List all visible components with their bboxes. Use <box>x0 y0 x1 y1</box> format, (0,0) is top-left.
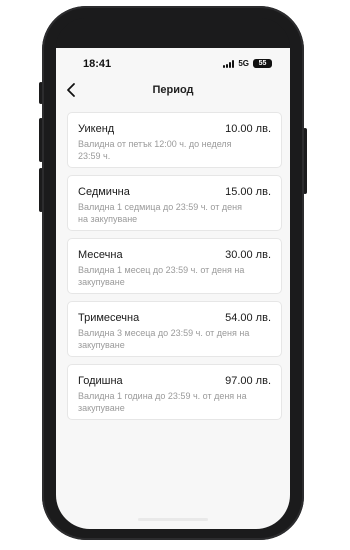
plan-option-quarterly[interactable]: Тримесечна 54.00 лв. Валидна 3 месеца до… <box>67 301 282 357</box>
plan-description: Валидна 3 месеца до 23:59 ч. от деня на … <box>78 328 250 350</box>
plan-description: Валидна 1 месец до 23:59 ч. от деня на з… <box>78 265 245 287</box>
app-screen: 18:41 5G 55 Период Уикенд 10.00 лв. Вали… <box>56 48 290 529</box>
nav-header: Период <box>56 76 290 106</box>
plan-price: 30.00 лв. <box>225 249 271 261</box>
plan-description: Валидна от петък 12:00 ч. до неделя 23:5… <box>78 139 232 161</box>
battery-icon: 55 <box>253 59 272 68</box>
plan-name: Тримесечна <box>78 312 140 324</box>
plan-description: Валидна 1 година до 23:59 ч. от деня на … <box>78 391 247 413</box>
plan-option-monthly[interactable]: Месечна 30.00 лв. Валидна 1 месец до 23:… <box>67 238 282 294</box>
status-indicators: 5G 55 <box>223 59 272 68</box>
plan-name: Уикенд <box>78 123 115 135</box>
plan-option-yearly[interactable]: Годишна 97.00 лв. Валидна 1 година до 23… <box>67 364 282 420</box>
plan-description: Валидна 1 седмица до 23:59 ч. от деня на… <box>78 202 242 224</box>
device-mockup: 18:41 5G 55 Период Уикенд 10.00 лв. Вали… <box>0 0 350 550</box>
home-indicator <box>138 518 208 521</box>
cellular-signal-icon <box>223 59 235 68</box>
plan-option-weekend[interactable]: Уикенд 10.00 лв. Валидна от петък 12:00 … <box>67 112 282 168</box>
plan-option-weekly[interactable]: Седмична 15.00 лв. Валидна 1 седмица до … <box>67 175 282 231</box>
status-time: 18:41 <box>83 58 112 70</box>
plan-name: Седмична <box>78 186 130 198</box>
plan-name: Годишна <box>78 375 123 387</box>
phone-bezel-top <box>56 18 290 50</box>
page-title: Период <box>152 84 194 96</box>
plan-name: Месечна <box>78 249 123 261</box>
plan-price: 54.00 лв. <box>225 312 271 324</box>
status-bar: 18:41 5G 55 <box>56 56 290 72</box>
plan-list: Уикенд 10.00 лв. Валидна от петък 12:00 … <box>67 112 282 427</box>
plan-price: 10.00 лв. <box>225 123 271 135</box>
plan-price: 97.00 лв. <box>225 375 271 387</box>
plan-price: 15.00 лв. <box>225 186 271 198</box>
network-type: 5G <box>238 59 249 68</box>
